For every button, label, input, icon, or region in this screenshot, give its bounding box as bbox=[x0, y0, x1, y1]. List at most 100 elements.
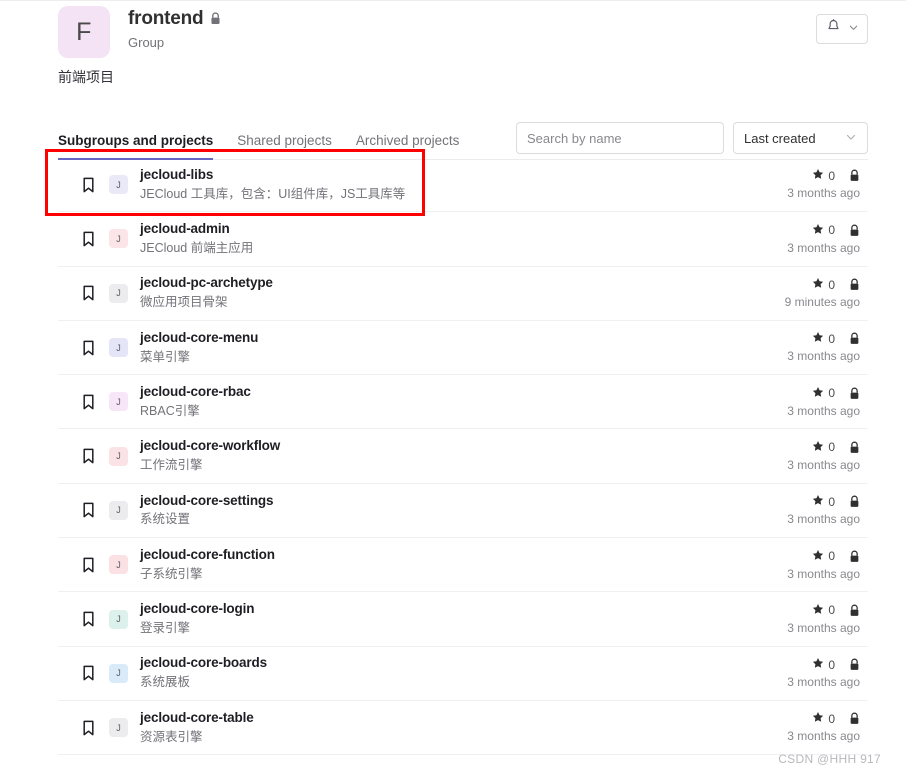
lock-icon bbox=[849, 278, 860, 291]
star-count-value: 0 bbox=[828, 277, 835, 292]
project-stats: 0 3 months ago bbox=[744, 711, 864, 744]
bookmark-icon[interactable] bbox=[80, 502, 96, 518]
star-count[interactable]: 0 bbox=[812, 603, 835, 618]
avatar: J bbox=[109, 175, 128, 195]
star-count[interactable]: 0 bbox=[812, 168, 835, 183]
sort-dropdown[interactable]: Last created bbox=[733, 122, 868, 154]
watermark: CSDN @HHH 917 bbox=[778, 752, 881, 766]
bookmark-icon[interactable] bbox=[80, 557, 96, 573]
avatar: J bbox=[109, 500, 128, 520]
star-count[interactable]: 0 bbox=[812, 277, 835, 292]
bell-icon bbox=[826, 19, 841, 39]
project-name-link[interactable]: jecloud-core-boards bbox=[140, 655, 744, 672]
table-row[interactable]: Jjecloud-core-settings 系统设置 0 3 months ago bbox=[58, 484, 868, 539]
group-header: F frontend Group bbox=[58, 6, 868, 58]
star-count[interactable]: 0 bbox=[812, 440, 835, 455]
project-name-link[interactable]: jecloud-core-table bbox=[140, 710, 744, 727]
bookmark-icon[interactable] bbox=[80, 340, 96, 356]
star-count[interactable]: 0 bbox=[812, 386, 835, 401]
group-type-label: Group bbox=[128, 34, 165, 50]
project-updated-time: 3 months ago bbox=[787, 240, 860, 255]
star-count-value: 0 bbox=[828, 223, 835, 238]
bookmark-icon[interactable] bbox=[80, 611, 96, 627]
sort-dropdown-label: Last created bbox=[744, 130, 816, 146]
project-updated-time: 3 months ago bbox=[787, 620, 860, 635]
project-description: 登录引擎 bbox=[140, 621, 191, 636]
search-input[interactable] bbox=[516, 122, 724, 154]
project-name-link[interactable]: jecloud-core-workflow bbox=[140, 438, 744, 455]
table-row[interactable]: Jjecloud-core-workflow 工作流引擎 0 3 months ago bbox=[58, 429, 868, 484]
bookmark-icon[interactable] bbox=[80, 394, 96, 410]
star-icon bbox=[812, 657, 824, 672]
bookmark-icon[interactable] bbox=[80, 665, 96, 681]
avatar: J bbox=[109, 718, 128, 738]
project-name-link[interactable]: jecloud-core-rbac bbox=[140, 384, 744, 401]
project-updated-time: 3 months ago bbox=[787, 403, 860, 418]
stat-line: 0 bbox=[744, 603, 860, 618]
star-count[interactable]: 0 bbox=[812, 657, 835, 672]
project-name-link[interactable]: jecloud-core-function bbox=[140, 547, 744, 564]
table-row[interactable]: Jjecloud-core-function 子系统引擎 0 3 months ago bbox=[58, 538, 868, 593]
top-divider bbox=[0, 0, 906, 1]
tab-archived-projects[interactable]: Archived projects bbox=[344, 133, 472, 157]
avatar: J bbox=[109, 338, 128, 358]
star-count-value: 0 bbox=[828, 168, 835, 183]
tab-subgroups-and-projects[interactable]: Subgroups and projects bbox=[58, 133, 225, 157]
bookmark-icon[interactable] bbox=[80, 448, 96, 464]
stat-line: 0 bbox=[744, 440, 860, 455]
project-info: jecloud-core-login 登录引擎 bbox=[140, 601, 744, 637]
project-name-link[interactable]: jecloud-libs bbox=[140, 167, 744, 184]
project-updated-time: 3 months ago bbox=[787, 675, 860, 690]
table-row[interactable]: Jjecloud-core-login 登录引擎 0 3 months ago bbox=[58, 592, 868, 647]
group-description: 前端项目 bbox=[58, 69, 114, 85]
star-icon bbox=[812, 711, 824, 726]
project-list: Jjecloud-libs JECloud 工具库，包含：UI组件库，JS工具库等… bbox=[58, 158, 868, 756]
star-count-value: 0 bbox=[828, 603, 835, 618]
project-stats: 0 3 months ago bbox=[744, 223, 864, 255]
project-name-link[interactable]: jecloud-pc-archetype bbox=[140, 275, 744, 292]
bookmark-icon[interactable] bbox=[80, 231, 96, 247]
table-row[interactable]: Jjecloud-libs JECloud 工具库，包含：UI组件库，JS工具库等… bbox=[58, 158, 868, 213]
project-name-link[interactable]: jecloud-core-menu bbox=[140, 330, 744, 347]
star-count[interactable]: 0 bbox=[812, 711, 835, 726]
project-stats: 0 3 months ago bbox=[744, 494, 864, 527]
project-name-link[interactable]: jecloud-admin bbox=[140, 221, 744, 238]
project-updated-time: 3 months ago bbox=[787, 566, 860, 581]
project-description: 菜单引擎 bbox=[140, 349, 191, 364]
project-description: JECloud 前端主应用 bbox=[140, 240, 254, 255]
star-count[interactable]: 0 bbox=[812, 494, 835, 509]
project-description: 系统展板 bbox=[140, 675, 191, 690]
bookmark-icon[interactable] bbox=[80, 720, 96, 736]
project-name-link[interactable]: jecloud-core-login bbox=[140, 601, 744, 618]
project-info: jecloud-core-boards 系统展板 bbox=[140, 655, 744, 691]
stat-line: 0 bbox=[744, 331, 860, 346]
project-updated-time: 3 months ago bbox=[787, 729, 860, 744]
project-name-link[interactable]: jecloud-core-settings bbox=[140, 493, 744, 510]
table-row[interactable]: Jjecloud-core-boards 系统展板 0 3 months ago bbox=[58, 647, 868, 701]
bookmark-icon[interactable] bbox=[80, 285, 96, 301]
project-stats: 0 3 months ago bbox=[744, 603, 864, 635]
project-description: 系统设置 bbox=[140, 512, 191, 527]
table-row[interactable]: Jjecloud-core-menu 菜单引擎 0 3 months ago bbox=[58, 321, 868, 376]
lock-icon bbox=[210, 12, 221, 25]
star-count[interactable]: 0 bbox=[812, 549, 835, 564]
star-count[interactable]: 0 bbox=[812, 331, 835, 346]
project-updated-time: 3 months ago bbox=[787, 512, 860, 527]
star-count[interactable]: 0 bbox=[812, 223, 835, 238]
avatar: J bbox=[109, 392, 128, 412]
lock-icon bbox=[849, 169, 860, 182]
group-avatar: F bbox=[58, 6, 110, 58]
tab-shared-projects[interactable]: Shared projects bbox=[225, 133, 344, 157]
table-row[interactable]: Jjecloud-admin JECloud 前端主应用 0 3 months ago bbox=[58, 212, 868, 267]
group-title-row: frontend bbox=[128, 7, 868, 31]
star-icon bbox=[812, 494, 824, 509]
table-row[interactable]: Jjecloud-core-table 资源表引擎 0 3 months ago bbox=[58, 701, 868, 756]
bookmark-icon[interactable] bbox=[80, 177, 96, 193]
star-icon bbox=[812, 277, 824, 292]
lock-icon bbox=[849, 550, 860, 563]
notification-dropdown-button[interactable] bbox=[816, 14, 868, 44]
table-row[interactable]: Jjecloud-core-rbac RBAC引擎 0 3 months ago bbox=[58, 375, 868, 430]
table-row[interactable]: Jjecloud-pc-archetype 微应用项目骨架 0 9 minutes a… bbox=[58, 267, 868, 321]
project-info: jecloud-core-table 资源表引擎 bbox=[140, 710, 744, 746]
project-description: JECloud 工具库，包含：UI组件库，JS工具库等 bbox=[140, 186, 406, 201]
